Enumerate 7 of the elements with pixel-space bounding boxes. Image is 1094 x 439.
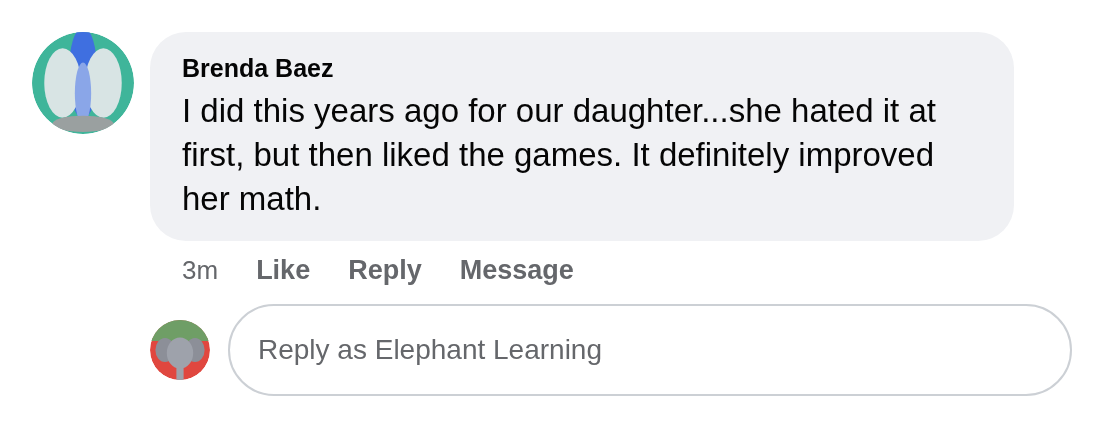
action-link[interactable]: Like — [256, 255, 311, 286]
comment-text: I did this years ago for our daughter...she hated it at first, but then liked the games. It definitely improved her math. — [182, 91, 937, 219]
timestamp[interactable]: 3m — [182, 255, 219, 286]
action-link[interactable]: Reply — [348, 255, 422, 286]
action-link[interactable]: Message — [459, 255, 574, 286]
reply-field[interactable]: Reply as Elephant Learning — [228, 304, 1072, 396]
author-name[interactable]: Brenda Baez — [182, 54, 982, 83]
